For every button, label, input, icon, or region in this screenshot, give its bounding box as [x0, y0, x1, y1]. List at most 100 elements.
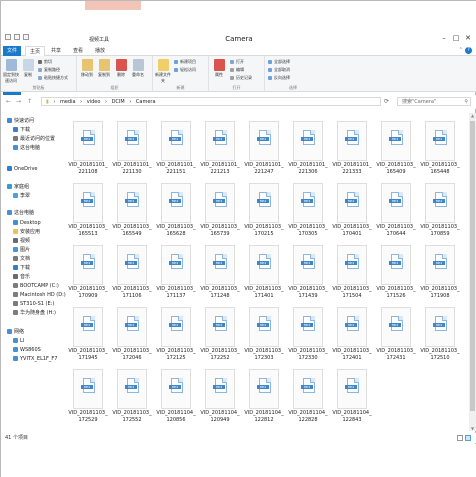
file-item[interactable]: MP4 VID_20181101_221247	[244, 119, 284, 179]
scrollbar-thumb[interactable]	[470, 121, 475, 411]
nav-item[interactable]: 李翠	[1, 192, 67, 201]
file-item[interactable]: MP4 VID_20181103_165448	[420, 119, 460, 179]
file-item[interactable]: MP4 VID_20181103_165549	[112, 181, 152, 241]
copy-path-button[interactable]: 复制路径	[38, 67, 60, 73]
file-item[interactable]: MP4 VID_20181103_170215	[244, 181, 284, 241]
easy-access-button[interactable]: 轻松访问	[174, 67, 196, 73]
file-item[interactable]: MP4 VID_20181103_172303	[244, 305, 284, 365]
new-folder-button[interactable]: 新建文件夹	[155, 59, 171, 84]
nav-item[interactable]: YVITX_EL1F_F7	[1, 355, 67, 364]
nav-item[interactable]: 网络	[1, 328, 67, 337]
file-item[interactable]: MP4 VID_20181103_171504	[332, 243, 372, 303]
file-item[interactable]: MP4 VID_20181103_172046	[112, 305, 152, 365]
nav-item[interactable]: ST310-S1 (E:)	[1, 300, 67, 309]
file-item[interactable]: MP4 VID_20181101_221151	[156, 119, 196, 179]
maximize-button[interactable]: □	[451, 34, 461, 42]
file-item[interactable]: MP4 VID_20181103_172529	[68, 367, 108, 427]
vertical-scrollbar[interactable]: ▲ ▼	[469, 113, 476, 431]
nav-item[interactable]: 视频	[1, 237, 67, 246]
nav-item[interactable]: 下载	[1, 264, 67, 273]
search-input[interactable]: 搜索"Camera" ⚲	[397, 97, 471, 106]
edit-button[interactable]: 编辑	[230, 67, 244, 73]
file-item[interactable]: MP4 VID_20181104_122843	[332, 367, 372, 427]
new-item-button[interactable]: 新建项目	[174, 59, 196, 65]
file-item[interactable]: MP4 VID_20181103_171106	[112, 243, 152, 303]
move-to-button[interactable]: 移动到	[79, 59, 95, 78]
file-item[interactable]: MP4 VID_20181103_172330	[288, 305, 328, 365]
breadcrumb-dcim[interactable]: DCIM	[112, 99, 125, 105]
nav-item[interactable]: 这台电脑	[1, 209, 67, 218]
nav-item[interactable]: Macintosh HD (D:)	[1, 291, 67, 300]
file-item[interactable]: MP4 VID_20181101_221130	[112, 119, 152, 179]
nav-item[interactable]: 这台电脑	[1, 144, 67, 153]
file-item[interactable]: MP4 VID_20181103_170305	[288, 181, 328, 241]
file-item[interactable]: MP4 VID_20181104_122828	[288, 367, 328, 427]
help-icon[interactable]: ?	[465, 47, 472, 54]
file-item[interactable]: MP4 VID_20181104_122812	[244, 367, 284, 427]
select-none-button[interactable]: 全部取消	[268, 67, 290, 73]
scroll-up-icon[interactable]: ▲	[469, 113, 476, 118]
file-item[interactable]: MP4 VID_20181103_172252	[200, 305, 240, 365]
nav-item[interactable]: 文档	[1, 255, 67, 264]
scroll-down-icon[interactable]: ▼	[469, 426, 476, 431]
refresh-button[interactable]: ⟳	[384, 98, 389, 105]
file-item[interactable]: MP4 VID_20181103_165513	[68, 181, 108, 241]
delete-button[interactable]: 删除	[113, 59, 129, 78]
file-item[interactable]: MP4 VID_20181103_172431	[376, 305, 416, 365]
file-item[interactable]: MP4 VID_20181103_170401	[332, 181, 372, 241]
tab-play[interactable]: 播放	[91, 46, 109, 56]
forward-button[interactable]: →	[16, 98, 21, 105]
nav-item[interactable]: LI	[1, 337, 67, 346]
file-item[interactable]: MP4 VID_20181103_172401	[332, 305, 372, 365]
file-item[interactable]: MP4 VID_20181103_170859	[420, 181, 460, 241]
file-item[interactable]: MP4 VID_20181103_171137	[156, 243, 196, 303]
file-item[interactable]: MP4 VID_20181103_172552	[112, 367, 152, 427]
file-item[interactable]: MP4 VID_20181103_171908	[420, 243, 460, 303]
file-item[interactable]: MP4 VID_20181103_170644	[376, 181, 416, 241]
tab-share[interactable]: 共享	[47, 46, 65, 56]
back-button[interactable]: ←	[6, 98, 11, 105]
address-bar[interactable]: ▮ › media › video › DCIM › Camera	[41, 97, 381, 106]
file-item[interactable]: MP4 VID_20181103_165739	[200, 181, 240, 241]
close-button[interactable]: ✕	[463, 34, 473, 42]
up-button[interactable]: ↑	[27, 98, 32, 105]
pin-button[interactable]: 固定到快速访问	[3, 59, 19, 84]
file-item[interactable]: MP4 VID_20181101_221108	[68, 119, 108, 179]
cut-button[interactable]: 剪切	[38, 59, 52, 65]
nav-item[interactable]: WS860S	[1, 346, 67, 355]
file-item[interactable]: MP4 VID_20181103_171401	[244, 243, 284, 303]
nav-item[interactable]: 华为随身盘 (H:)	[1, 309, 67, 318]
invert-selection-button[interactable]: 反向选择	[268, 75, 290, 81]
file-item[interactable]: MP4 VID_20181101_221333	[332, 119, 372, 179]
file-item[interactable]: MP4 VID_20181103_171248	[200, 243, 240, 303]
nav-item[interactable]: OneDrive	[1, 165, 67, 174]
copy-button[interactable]: 复制	[20, 59, 36, 78]
file-item[interactable]: MP4 VID_20181104_120949	[200, 367, 240, 427]
nav-item[interactable]: 最近访问的位置	[1, 135, 67, 144]
open-button[interactable]: 打开	[230, 59, 244, 65]
nav-item[interactable]: 下载	[1, 126, 67, 135]
file-item[interactable]: MP4 VID_20181103_172125	[156, 305, 196, 365]
properties-button[interactable]: 属性	[211, 59, 227, 78]
paste-shortcut-button[interactable]: 粘贴快捷方式	[38, 75, 68, 81]
nav-item[interactable]: BOOTCAMP (C:)	[1, 282, 67, 291]
collapse-ribbon-icon[interactable]: ⌃	[459, 47, 463, 53]
file-item[interactable]: MP4 VID_20181101_221306	[288, 119, 328, 179]
file-item[interactable]: MP4 VID_20181103_171526	[376, 243, 416, 303]
select-all-button[interactable]: 全部选择	[268, 59, 290, 65]
breadcrumb-media[interactable]: media	[60, 99, 76, 105]
details-view-icon[interactable]	[457, 435, 463, 441]
nav-item[interactable]: 音乐	[1, 273, 67, 282]
nav-item[interactable]: 安装应用	[1, 228, 67, 237]
file-item[interactable]: MP4 VID_20181103_171439	[288, 243, 328, 303]
nav-item[interactable]: Desktop	[1, 219, 67, 228]
nav-item[interactable]: 快速访问	[1, 117, 67, 126]
nav-item[interactable]: 家庭组	[1, 183, 67, 192]
copy-to-button[interactable]: 复制到	[96, 59, 112, 78]
file-item[interactable]: MP4 VID_20181103_170909	[68, 243, 108, 303]
file-item[interactable]: MP4 VID_20181103_171945	[68, 305, 108, 365]
breadcrumb-camera[interactable]: Camera	[136, 99, 156, 105]
tab-view[interactable]: 查看	[69, 46, 87, 56]
nav-item[interactable]: 图片	[1, 246, 67, 255]
file-item[interactable]: MP4 VID_20181103_165409	[376, 119, 416, 179]
